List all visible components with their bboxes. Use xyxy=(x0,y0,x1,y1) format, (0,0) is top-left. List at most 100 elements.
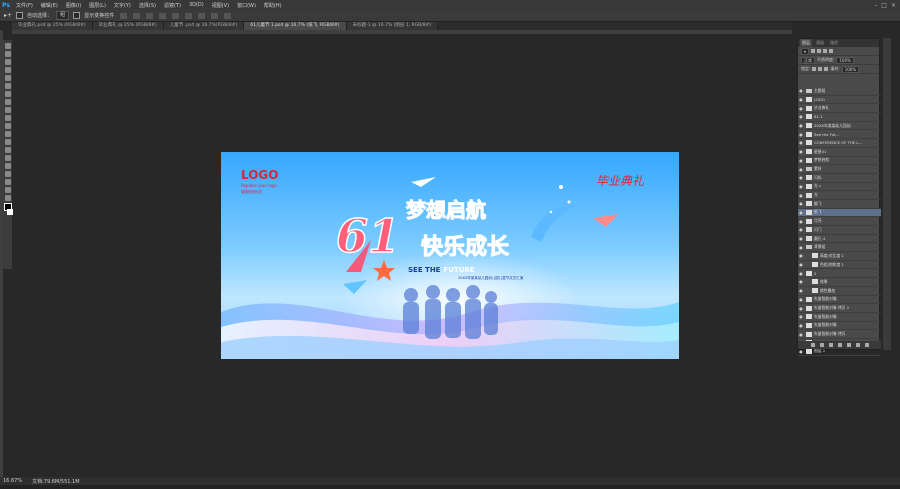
visibility-eye-icon[interactable]: ● xyxy=(798,262,804,267)
minimize-icon[interactable]: – xyxy=(874,2,877,9)
layer-filter-dropdown[interactable]: ▾ xyxy=(801,47,810,55)
zoom-tool-icon[interactable] xyxy=(4,195,11,201)
align-right-icon[interactable] xyxy=(185,12,193,19)
auto-select-checkbox[interactable] xyxy=(16,12,24,19)
layer-row[interactable]: ● 闪烁 xyxy=(798,174,881,183)
layer-row[interactable]: ● 月亮 xyxy=(798,217,881,226)
layer-row[interactable]: ● LOGO xyxy=(798,96,881,105)
opacity-field[interactable]: 100% xyxy=(836,56,854,64)
layer-row[interactable]: ● 素材 xyxy=(798,165,881,174)
visibility-eye-icon[interactable]: ● xyxy=(798,227,804,232)
adjustment-icon[interactable] xyxy=(837,343,842,347)
visibility-eye-icon[interactable]: ● xyxy=(798,349,804,354)
layer-row[interactable]: ● 矢量智能对象 xyxy=(798,322,881,331)
panel-tab[interactable]: 图层 xyxy=(800,39,812,47)
move-tool-icon[interactable]: ▸+ xyxy=(4,12,12,19)
document-tab[interactable]: 毕业典礼 @ 25% (RGB/8#) xyxy=(92,22,164,30)
align-middle-icon[interactable] xyxy=(133,12,141,19)
visibility-eye-icon[interactable]: ● xyxy=(798,314,804,319)
layer-row[interactable]: ● 梦想启航 xyxy=(798,157,881,166)
menu-item[interactable]: 3D(D) xyxy=(185,2,208,9)
layer-row[interactable]: ● 高度/对比度 1 xyxy=(798,252,881,261)
visibility-eye-icon[interactable]: ● xyxy=(798,184,804,189)
visibility-eye-icon[interactable]: ● xyxy=(798,88,804,93)
trash-icon[interactable] xyxy=(864,343,869,347)
fill-field[interactable]: 100% xyxy=(841,65,860,73)
stamp-tool-icon[interactable] xyxy=(4,107,11,113)
eraser-tool-icon[interactable] xyxy=(4,123,11,129)
document-tab[interactable]: 61儿童节 1.psd @ 16.7% (纸飞, RGB/8#) xyxy=(244,22,347,30)
visibility-eye-icon[interactable]: ● xyxy=(798,193,804,198)
marquee-tool-icon[interactable] xyxy=(4,51,11,57)
move-tool-icon[interactable] xyxy=(4,43,11,49)
pen-tool-icon[interactable] xyxy=(4,155,11,161)
healing-tool-icon[interactable] xyxy=(4,91,11,97)
menu-item[interactable]: 文件(F) xyxy=(12,2,37,9)
align-left-icon[interactable] xyxy=(159,12,167,19)
brush-tool-icon[interactable] xyxy=(4,99,11,105)
visibility-eye-icon[interactable]: ● xyxy=(798,288,804,293)
layer-row[interactable]: ● 毕业典礼 xyxy=(798,104,881,114)
layer-row[interactable]: ● 矢量智能对象 xyxy=(798,313,881,322)
layer-row[interactable]: ● 61-1 xyxy=(798,113,881,122)
menu-item[interactable]: 视图(V) xyxy=(208,2,233,9)
distribute-h-icon[interactable] xyxy=(211,12,219,19)
blur-tool-icon[interactable] xyxy=(4,139,11,145)
layer-row[interactable]: ● 星星01 xyxy=(798,148,881,157)
layer-row[interactable]: ● 翻飞 xyxy=(798,200,881,209)
new-group-icon[interactable] xyxy=(846,343,851,347)
layer-row[interactable]: ● 矢量智能对象 拷贝 2 xyxy=(798,304,881,313)
filter-adjust-icon[interactable] xyxy=(817,49,822,53)
align-top-icon[interactable] xyxy=(120,12,128,19)
menu-item[interactable]: 滤镜(T) xyxy=(160,2,185,9)
visibility-eye-icon[interactable]: ● xyxy=(798,297,804,302)
layer-row[interactable]: ● 颜色叠加 xyxy=(798,287,881,296)
layer-row[interactable]: ● 纸飞 xyxy=(798,208,881,218)
visibility-eye-icon[interactable]: ● xyxy=(798,140,804,145)
align-center-icon[interactable] xyxy=(172,12,180,19)
panel-tab[interactable]: 路径 xyxy=(828,39,840,47)
lasso-tool-icon[interactable] xyxy=(4,59,11,65)
eyedropper-tool-icon[interactable] xyxy=(4,83,11,89)
hand-tool-icon[interactable] xyxy=(4,187,11,193)
panel-tab[interactable]: 通道 xyxy=(814,39,826,47)
shape-tool-icon[interactable] xyxy=(4,179,11,185)
mask-icon[interactable] xyxy=(828,343,833,347)
collapsed-panel-strip[interactable] xyxy=(883,38,891,350)
menu-item[interactable]: 图像(I) xyxy=(62,2,85,9)
layer-row[interactable]: ● 矢量智能对象 拷贝 xyxy=(798,330,881,339)
visibility-eye-icon[interactable]: ● xyxy=(798,236,804,241)
visibility-eye-icon[interactable]: ● xyxy=(798,167,804,172)
filter-pixel-icon[interactable] xyxy=(811,49,816,53)
layer-row[interactable]: ● See the Fut... xyxy=(798,130,881,140)
crop-tool-icon[interactable] xyxy=(4,75,11,81)
transform-controls-checkbox[interactable] xyxy=(73,12,81,19)
visibility-eye-icon[interactable]: ● xyxy=(798,123,804,128)
link-icon[interactable] xyxy=(810,343,815,347)
visibility-eye-icon[interactable]: ● xyxy=(798,323,804,328)
visibility-eye-icon[interactable]: ● xyxy=(798,149,804,154)
lock-position-icon[interactable] xyxy=(818,67,823,71)
layer-row[interactable]: ● 主题组 xyxy=(798,87,881,96)
menu-item[interactable]: 编辑(E) xyxy=(37,2,62,9)
layer-row[interactable]: ● 圆孔 4 xyxy=(798,235,881,244)
filter-type-icon[interactable] xyxy=(823,49,828,53)
document-tab[interactable]: 未标题-1 @ 16.7% (图层 1, RGB/8#) xyxy=(346,22,439,30)
path-select-tool-icon[interactable] xyxy=(4,171,11,177)
zoom-level[interactable]: 16.67% xyxy=(3,478,22,484)
menu-item[interactable]: 文字(Y) xyxy=(110,2,135,9)
lock-all-icon[interactable] xyxy=(824,67,829,71)
auto-select-dropdown[interactable]: 组 xyxy=(56,11,70,20)
visibility-eye-icon[interactable]: ● xyxy=(798,219,804,224)
visibility-eye-icon[interactable]: ● xyxy=(798,106,804,111)
layer-row[interactable]: ● 效果 xyxy=(798,278,881,287)
document-tab[interactable]: 儿童节 .psd @ 16.7%(RGB/8#) xyxy=(163,22,245,30)
menu-item[interactable]: 图层(L) xyxy=(85,2,110,9)
layer-row[interactable]: ● 矢量智能对象 xyxy=(798,296,881,305)
document-canvas[interactable]: LOGO Replace your logo 替换您的标志 毕业典礼 61 梦想… xyxy=(221,152,679,359)
visibility-eye-icon[interactable]: ● xyxy=(798,306,804,311)
layer-row[interactable]: ●2 xyxy=(798,269,881,279)
3d-mode-icon[interactable] xyxy=(224,12,232,19)
close-icon[interactable]: × xyxy=(891,2,896,9)
layer-row[interactable]: ● 20XX年某某幼儿园幼 xyxy=(798,122,881,131)
